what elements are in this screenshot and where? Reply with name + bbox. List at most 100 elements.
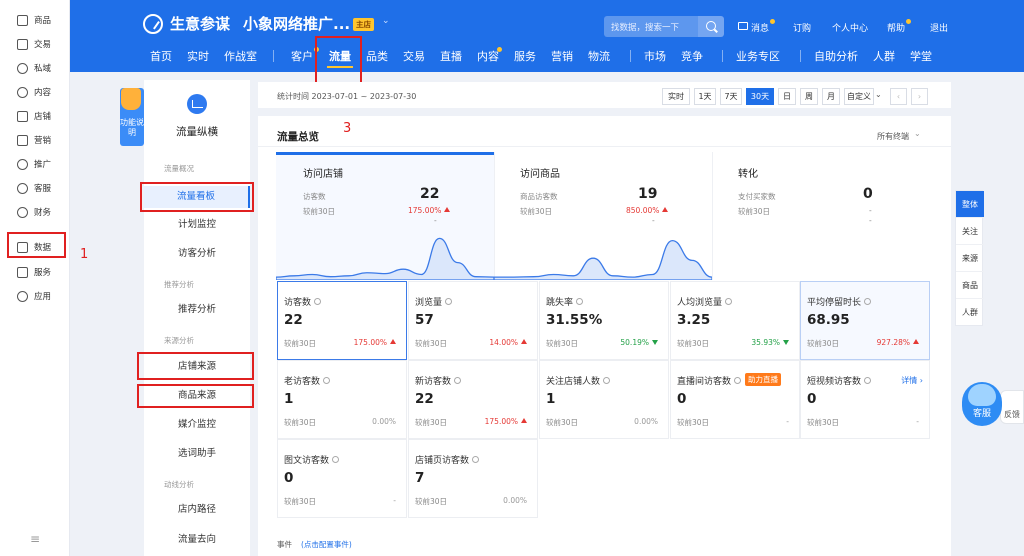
- metric-card[interactable]: 短视频访客数 0 较前30日 - 详情 ›: [800, 360, 930, 439]
- help-icon[interactable]: [576, 298, 584, 305]
- metric-value: 0: [807, 391, 817, 407]
- help-icon[interactable]: [864, 298, 872, 305]
- collapse-icon[interactable]: ≡: [30, 532, 40, 546]
- chevron-down-icon[interactable]: ⌄: [382, 16, 390, 26]
- metric-card[interactable]: 店铺页访客数 7 较前30日 0.00%: [408, 439, 538, 518]
- nav-live[interactable]: 直播: [440, 48, 462, 64]
- subnav-section-heading: 推荐分析: [164, 280, 194, 289]
- subnav-item-visitor-analysis[interactable]: 访客分析: [144, 243, 250, 265]
- range-week[interactable]: 周: [800, 88, 818, 105]
- nav-business-zone[interactable]: 业务专区: [736, 48, 780, 64]
- help-icon[interactable]: [323, 377, 331, 384]
- subscribe-link[interactable]: 订购: [793, 21, 811, 34]
- events-label: 事件: [277, 540, 292, 549]
- nav-logistics[interactable]: 物流: [588, 48, 610, 64]
- subnav-item-media-monitor[interactable]: 媒介监控: [144, 414, 250, 436]
- help-icon[interactable]: [864, 377, 872, 384]
- metric-card[interactable]: 老访客数 1 较前30日 0.00%: [277, 360, 407, 439]
- tab-overall[interactable]: 整体: [956, 191, 984, 218]
- live-boost-badge[interactable]: 助力直播: [745, 373, 781, 386]
- help-icon[interactable]: [332, 456, 340, 463]
- nav-trade[interactable]: 交易: [403, 48, 425, 64]
- nav-academy[interactable]: 学堂: [910, 48, 932, 64]
- search-icon[interactable]: [698, 16, 724, 37]
- rail-item-content[interactable]: 内容: [0, 80, 70, 104]
- subnav-item-plan-monitor[interactable]: 计划监控: [144, 214, 250, 236]
- subnav-item-keyword-helper[interactable]: 选词助手: [144, 443, 250, 465]
- range-30d[interactable]: 30天: [746, 88, 774, 105]
- rail-item-trade[interactable]: 交易: [0, 32, 70, 56]
- tab-crowd[interactable]: 人群: [956, 299, 984, 326]
- help-icon[interactable]: [314, 298, 322, 305]
- metric-title: 浏览量: [415, 295, 453, 308]
- rail-item-private[interactable]: 私域: [0, 56, 70, 80]
- logout-link[interactable]: 退出: [930, 21, 948, 34]
- tab-follow[interactable]: 关注: [956, 218, 984, 245]
- metric-card[interactable]: 新访客数 22 较前30日 175.00%: [408, 360, 538, 439]
- nav-market[interactable]: 市场: [644, 48, 666, 64]
- nav-realtime[interactable]: 实时: [187, 48, 209, 64]
- configure-events-link[interactable]: (点击配置事件): [301, 539, 352, 550]
- nav-warroom[interactable]: 作战室: [224, 48, 257, 64]
- metric-card[interactable]: 平均停留时长 68.95 较前30日 927.28%: [800, 281, 930, 360]
- range-custom[interactable]: 自定义: [844, 88, 874, 105]
- nav-category[interactable]: 品类: [366, 48, 388, 64]
- rail-item-shop[interactable]: 店铺: [0, 104, 70, 128]
- help-icon[interactable]: [454, 377, 462, 384]
- help-icon[interactable]: [603, 377, 611, 384]
- nav-self-analysis[interactable]: 自助分析: [814, 48, 858, 64]
- nav-crowd[interactable]: 人群: [873, 48, 895, 64]
- details-link[interactable]: 详情 ›: [901, 375, 923, 386]
- nav-compete[interactable]: 竞争: [681, 48, 703, 64]
- range-7d[interactable]: 7天: [720, 88, 742, 105]
- rail-item-services[interactable]: 服务: [0, 260, 70, 284]
- rail-item-finance[interactable]: 财务: [0, 200, 70, 224]
- device-filter[interactable]: 所有终端: [877, 131, 909, 142]
- nav-customer[interactable]: 客户: [291, 48, 313, 64]
- metric-card[interactable]: 图文访客数 0 较前30日 -: [277, 439, 407, 518]
- personal-center-link[interactable]: 个人中心: [832, 21, 868, 34]
- chevron-down-icon[interactable]: ⌄: [875, 90, 882, 99]
- metric-card[interactable]: 访客数 22 较前30日 175.00%: [277, 281, 407, 360]
- tab-goods[interactable]: 商品: [956, 272, 984, 299]
- range-1d[interactable]: 1天: [694, 88, 716, 105]
- range-month[interactable]: 月: [822, 88, 840, 105]
- metric-change: -: [393, 496, 396, 505]
- metric-change: 50.19%: [620, 338, 658, 347]
- rail-item-marketing[interactable]: 营销: [0, 128, 70, 152]
- help-icon[interactable]: [445, 298, 453, 305]
- nav-marketing[interactable]: 营销: [551, 48, 573, 64]
- subnav-section-heading: 来源分析: [164, 336, 194, 345]
- help-link[interactable]: 帮助: [887, 21, 905, 34]
- rail-item-promote[interactable]: 推广: [0, 152, 70, 176]
- rail-item-apps[interactable]: 应用: [0, 284, 70, 308]
- nav-content[interactable]: 内容: [477, 48, 499, 64]
- help-icon[interactable]: [725, 298, 733, 305]
- range-day[interactable]: 日: [778, 88, 796, 105]
- metric-card[interactable]: 关注店铺人数 1 较前30日 0.00%: [539, 360, 669, 439]
- help-icon[interactable]: [734, 377, 742, 384]
- next-period-button[interactable]: ›: [911, 88, 928, 105]
- metric-card[interactable]: 直播间访客数 0 较前30日 - 助力直播: [670, 360, 800, 439]
- feedback-button[interactable]: 反馈: [1000, 390, 1024, 424]
- metric-card[interactable]: 浏览量 57 较前30日 14.00%: [408, 281, 538, 360]
- prev-period-button[interactable]: ‹: [890, 88, 907, 105]
- metric-compare-label: 较前30日: [415, 418, 448, 427]
- nav-service[interactable]: 服务: [514, 48, 536, 64]
- subnav-item-recommend-analysis[interactable]: 推荐分析: [144, 299, 250, 321]
- nav-home[interactable]: 首页: [150, 48, 172, 64]
- chevron-down-icon[interactable]: ⌄: [914, 129, 921, 138]
- search-input[interactable]: [604, 16, 698, 37]
- metric-card[interactable]: 跳失率 31.55% 较前30日 50.19%: [539, 281, 669, 360]
- range-realtime[interactable]: 实时: [662, 88, 690, 105]
- metric-card[interactable]: 人均浏览量 3.25 较前30日 35.93%: [670, 281, 800, 360]
- divider: [258, 146, 951, 147]
- rail-item-service[interactable]: 客服: [0, 176, 70, 200]
- subnav-item-traffic-exit[interactable]: 流量去向: [144, 529, 250, 551]
- message-link[interactable]: 消息: [751, 21, 769, 34]
- store-name[interactable]: 小象网络推广...: [243, 13, 350, 34]
- help-icon[interactable]: [472, 456, 480, 463]
- rail-item-goods[interactable]: 商品: [0, 8, 70, 32]
- subnav-item-in-shop-path[interactable]: 店内路径: [144, 499, 250, 521]
- tab-source[interactable]: 来源: [956, 245, 984, 272]
